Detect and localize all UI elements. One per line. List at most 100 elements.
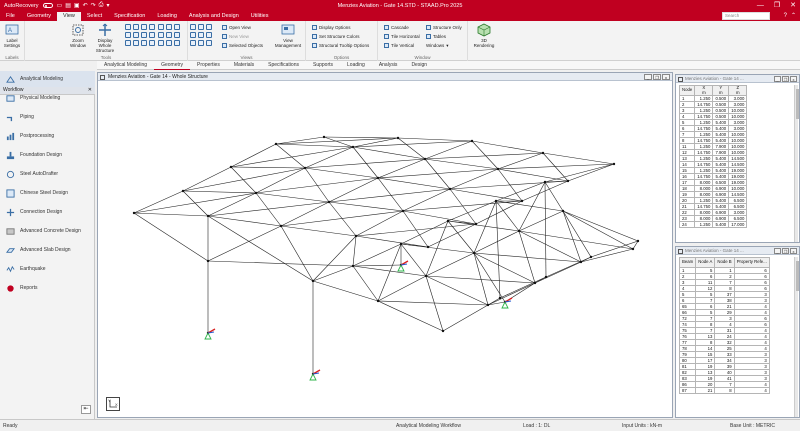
redo-icon[interactable]: ↷ <box>91 2 96 9</box>
view-nav-icon[interactable] <box>206 40 212 46</box>
beam-member[interactable] <box>473 230 520 254</box>
beam-member[interactable] <box>400 243 427 277</box>
beam-member[interactable] <box>397 137 473 142</box>
undo-icon[interactable]: ↶ <box>83 2 88 9</box>
workflow-item-foundation-design[interactable]: Foundation Design <box>0 147 95 163</box>
beam-member[interactable] <box>534 276 547 284</box>
view-icon[interactable] <box>141 24 147 30</box>
table-cell[interactable]: 5.400 <box>712 221 730 228</box>
node-point[interactable] <box>396 136 400 140</box>
table-row[interactable]: 24 1.250 5.400 17.000 <box>678 221 748 228</box>
table-cell[interactable]: 14.750 <box>694 173 714 180</box>
set-structure-colors-button[interactable]: Set Structure Colors <box>312 33 360 40</box>
beam-member[interactable] <box>182 190 257 194</box>
beam-member[interactable] <box>255 192 330 203</box>
node-point[interactable] <box>541 151 545 155</box>
beam-member[interactable] <box>207 192 257 217</box>
beam-member[interactable] <box>275 143 306 169</box>
tab-geometry-page[interactable]: Geometry <box>154 61 191 70</box>
beam-member[interactable] <box>352 146 426 160</box>
table-cell[interactable]: 10.000 <box>728 143 748 150</box>
ribbon-collapse-icon[interactable]: ⌃ <box>791 11 796 21</box>
beams-table-scrollbar[interactable] <box>794 257 799 417</box>
node-point[interactable] <box>426 245 430 249</box>
node-point[interactable] <box>274 142 278 146</box>
table-cell[interactable]: 14.750 <box>694 113 714 120</box>
tab-select[interactable]: Select <box>81 12 108 21</box>
beam-member[interactable] <box>280 201 330 227</box>
restore-button[interactable]: ❐ <box>774 0 780 11</box>
table-cell[interactable]: 10.000 <box>728 113 748 120</box>
autorecovery-toggle[interactable] <box>42 3 53 8</box>
node-point[interactable] <box>543 180 547 184</box>
beam-member[interactable] <box>495 200 564 212</box>
beam-member[interactable] <box>323 136 399 139</box>
beam-member[interactable] <box>562 210 639 242</box>
table-cell[interactable]: 10.000 <box>728 131 748 138</box>
search-input[interactable]: Search <box>722 12 770 20</box>
beam-member[interactable] <box>518 210 564 232</box>
beam-member[interactable] <box>328 201 357 237</box>
tab-specifications[interactable]: Specifications <box>261 61 306 69</box>
rotate-icon[interactable] <box>174 24 180 30</box>
rotate-icon[interactable] <box>166 24 172 30</box>
node-point[interactable] <box>470 139 474 143</box>
beam-member[interactable] <box>230 166 257 194</box>
view-icon[interactable] <box>149 24 155 30</box>
cascade-button[interactable]: Cascade <box>384 24 409 31</box>
table-cell[interactable]: 10.000 <box>728 137 748 144</box>
nodes-column-header[interactable]: Zm <box>728 85 748 96</box>
table-row[interactable]: 87 21 8 4 <box>678 387 770 394</box>
tab-loading-page[interactable]: Loading <box>340 61 372 69</box>
tab-file[interactable]: File <box>0 12 21 21</box>
nodes-column-header[interactable]: Node <box>678 85 696 96</box>
beam-member[interactable] <box>425 252 475 277</box>
beam-member[interactable] <box>542 152 615 165</box>
view-nav-icon[interactable] <box>198 32 204 38</box>
beam-member[interactable] <box>328 201 404 212</box>
beam-member[interactable] <box>230 166 306 169</box>
node-point[interactable] <box>517 229 521 233</box>
node-point[interactable] <box>376 299 380 303</box>
beam-member[interactable] <box>275 137 399 145</box>
table-cell[interactable]: 4 <box>733 387 770 394</box>
beam-member[interactable] <box>377 300 444 332</box>
node-point[interactable] <box>561 209 565 213</box>
beam-member[interactable] <box>499 276 547 299</box>
help-icon[interactable]: ? <box>784 11 787 21</box>
node-point[interactable] <box>448 187 452 191</box>
table-cell[interactable]: 19.000 <box>728 179 748 186</box>
tab-geometry[interactable]: Geometry <box>21 12 57 21</box>
open-icon[interactable]: ▤ <box>65 2 71 9</box>
node-point[interactable] <box>132 211 136 215</box>
beam-member[interactable] <box>280 225 314 282</box>
node-point[interactable] <box>399 242 403 246</box>
beams-column-header[interactable]: Property Refe... <box>733 257 770 268</box>
label-settings-button[interactable]: A Label Settings <box>0 23 24 48</box>
view-icon[interactable] <box>125 40 131 46</box>
beams-column-header[interactable]: Node B <box>714 257 735 268</box>
beam-member[interactable] <box>355 235 429 248</box>
beam-member[interactable] <box>275 143 354 148</box>
node-point[interactable] <box>376 176 380 180</box>
beam-member[interactable] <box>377 300 489 306</box>
tile-vertical-button[interactable]: Tile Vertical <box>384 42 414 49</box>
node-point[interactable] <box>327 200 331 204</box>
table-cell[interactable]: 10.000 <box>728 107 748 114</box>
display-options-button[interactable]: Display Options <box>312 24 351 31</box>
nodes-minimize-button[interactable]: _ <box>774 76 781 82</box>
beam-member[interactable] <box>495 181 546 202</box>
node-point[interactable] <box>498 296 502 300</box>
view-icon[interactable] <box>133 24 139 30</box>
table-cell[interactable]: 14.750 <box>694 125 714 132</box>
view-nav-icon[interactable] <box>206 24 212 30</box>
support-icon[interactable] <box>397 260 409 272</box>
rotate-icon[interactable] <box>166 32 172 38</box>
beams-close-button[interactable]: x <box>790 248 797 254</box>
workflow-item-chinese-steel-design[interactable]: Chinese Steel Design <box>0 185 95 201</box>
beam-member[interactable] <box>567 163 615 182</box>
node-point[interactable] <box>181 189 185 193</box>
beam-member[interactable] <box>518 181 546 232</box>
node-point[interactable] <box>441 329 445 333</box>
tab-design[interactable]: Design <box>404 61 434 69</box>
